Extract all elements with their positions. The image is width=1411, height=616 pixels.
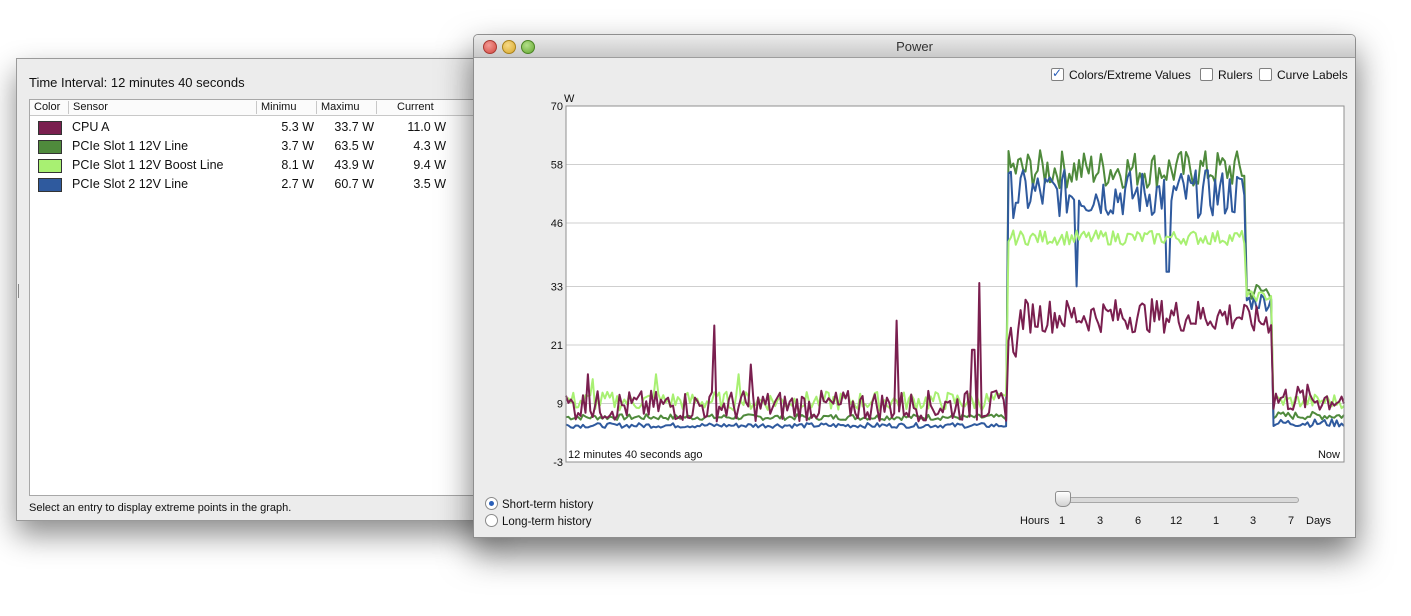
table-row[interactable]: PCIe Slot 1 12V Boost Line 8.1 W 43.9 W … (30, 156, 480, 175)
sensor-min: 3.7 W (281, 139, 314, 153)
slider-hours-label: Hours (1020, 515, 1050, 527)
slider-knob[interactable] (1055, 491, 1071, 507)
y-tick-label: 9 (557, 398, 563, 410)
radio-label: Short-term history (502, 499, 594, 511)
y-tick-label: -3 (553, 457, 563, 469)
slider-tick: 1 (1059, 515, 1066, 527)
y-tick-label: 33 (551, 281, 563, 293)
window-title: Power (896, 39, 933, 54)
color-swatch (38, 178, 62, 192)
y-tick-label: 21 (551, 340, 563, 352)
sensor-current: 11.0 W (407, 120, 446, 134)
colors-extreme-values-checkbox[interactable]: Colors/Extreme Values (1051, 66, 1191, 82)
sensor-name: CPU A (72, 120, 110, 134)
sensor-name: PCIe Slot 1 12V Line (72, 139, 189, 153)
slider-tick: 3 (1097, 515, 1104, 527)
sensor-min: 8.1 W (281, 158, 314, 172)
radio-unselected-icon (485, 514, 498, 527)
column-header-current[interactable]: Current (376, 101, 469, 114)
sensor-current: 3.5 W (413, 177, 446, 191)
sensor-max: 33.7 W (334, 120, 374, 134)
sensor-max: 43.9 W (334, 158, 374, 172)
slider-days-label: Days (1306, 515, 1332, 527)
slider-tick: 6 (1135, 515, 1142, 527)
checkbox-label: Colors/Extreme Values (1069, 68, 1191, 82)
rulers-checkbox[interactable]: Rulers (1200, 68, 1253, 82)
power-window: Power Colors/Extreme Values Rulers Curve… (473, 34, 1356, 538)
color-swatch (38, 140, 62, 154)
slider-tick: 1 (1213, 515, 1220, 527)
checkbox-label: Rulers (1218, 68, 1253, 82)
checkbox-label: Curve Labels (1277, 68, 1348, 82)
short-term-history-radio[interactable]: Short-term history (485, 497, 593, 511)
slider-tick: 3 (1250, 515, 1257, 527)
column-header-color[interactable]: Color (30, 101, 68, 114)
long-term-history-radio[interactable]: Long-term history (485, 514, 591, 528)
y-unit-label: W (564, 93, 575, 105)
y-tick-label: 58 (551, 160, 563, 172)
curve-labels-checkbox[interactable]: Curve Labels (1259, 68, 1348, 82)
y-tick-label: 70 (551, 101, 563, 113)
column-header-sensor[interactable]: Sensor (68, 101, 257, 114)
history-range-slider[interactable] (1063, 497, 1299, 503)
x-start-label: 12 minutes 40 seconds ago (568, 449, 703, 461)
chart-y-ticks: -3 9 21 33 46 58 70 (551, 101, 563, 469)
radio-label: Long-term history (502, 516, 592, 528)
sensor-min: 2.7 W (281, 177, 314, 191)
checkbox-unchecked-icon (1259, 68, 1272, 81)
column-header-minimum[interactable]: Minimu (256, 101, 317, 114)
sensor-current: 4.3 W (413, 139, 446, 153)
sensor-name: PCIe Slot 1 12V Boost Line (72, 158, 224, 172)
color-swatch (38, 121, 62, 135)
status-text: Select an entry to display extreme point… (29, 502, 292, 514)
sensor-current: 9.4 W (413, 158, 446, 172)
title-bar[interactable]: Power (474, 35, 1355, 58)
sensor-table[interactable]: Color Sensor Minimu Maximu Current CPU A… (29, 99, 481, 496)
slider-tick: 7 (1288, 515, 1295, 527)
sensor-name: PCIe Slot 2 12V Line (72, 177, 189, 191)
color-swatch (38, 159, 62, 173)
sensor-max: 60.7 W (334, 177, 374, 191)
x-end-label: Now (1318, 449, 1340, 461)
time-interval-label: Time Interval: 12 minutes 40 seconds (29, 75, 245, 90)
checkbox-checked-icon (1051, 66, 1064, 81)
resize-handle[interactable] (18, 284, 21, 298)
radio-selected-icon (485, 497, 498, 510)
table-header: Color Sensor Minimu Maximu Current (30, 100, 480, 116)
y-tick-label: 46 (551, 218, 563, 230)
sensor-max: 63.5 W (334, 139, 374, 153)
table-row[interactable]: PCIe Slot 2 12V Line 2.7 W 60.7 W 3.5 W (30, 175, 480, 194)
table-row[interactable]: PCIe Slot 1 12V Line 3.7 W 63.5 W 4.3 W (30, 137, 480, 156)
sensor-window: Time Interval: 12 minutes 40 seconds Col… (16, 58, 498, 521)
table-row[interactable]: CPU A 5.3 W 33.7 W 11.0 W (30, 118, 480, 137)
checkbox-unchecked-icon (1200, 68, 1213, 81)
power-chart[interactable]: -3 9 21 33 46 58 70 W 12 minutes 40 seconds ag… (474, 89, 1355, 489)
slider-tick: 12 (1170, 515, 1183, 527)
column-header-maximum[interactable]: Maximu (316, 101, 377, 114)
sensor-min: 5.3 W (281, 120, 314, 134)
